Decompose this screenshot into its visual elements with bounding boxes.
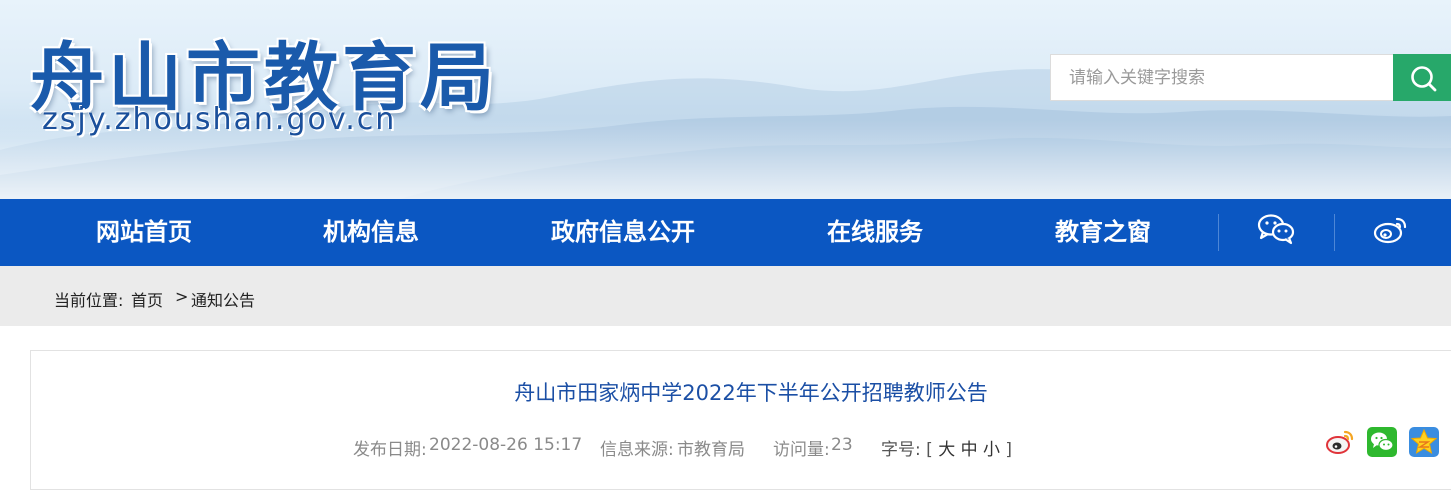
views-count: 23 [831, 435, 853, 455]
nav-item-gov-info[interactable]: 政府信息公开 [551, 199, 695, 266]
source-label: 信息来源: [600, 440, 674, 460]
nav-item-online-service[interactable]: 在线服务 [827, 199, 923, 266]
wechat-icon[interactable] [1257, 213, 1295, 245]
views-label: 访问量: [773, 440, 830, 460]
font-size-large-button[interactable]: 大 [938, 440, 955, 460]
nav-divider [1218, 214, 1219, 251]
publish-date: 2022-08-26 15:17 [429, 435, 583, 455]
font-size-switcher: 字号: [ 大 中 小 ] [881, 435, 1012, 460]
breadcrumb-current-link[interactable]: 通知公告 [191, 287, 255, 311]
wechat-share-icon[interactable] [1367, 427, 1397, 457]
weibo-icon[interactable] [1373, 213, 1409, 245]
font-size-small-button[interactable]: 小 [983, 440, 1000, 460]
nav-item-home[interactable]: 网站首页 [96, 199, 192, 266]
font-size-label: 字号: [881, 440, 921, 460]
breadcrumb-home-link[interactable]: 首页 [131, 287, 163, 311]
site-domain: zsjy.zhoushan.gov.cn [42, 102, 397, 137]
weibo-share-icon[interactable] [1325, 427, 1355, 457]
font-size-open-bracket: [ [926, 440, 933, 460]
nav-item-organization[interactable]: 机构信息 [323, 199, 419, 266]
nav-item-education-window[interactable]: 教育之窗 [1055, 199, 1151, 266]
publish-date-label: 发布日期: [353, 440, 427, 460]
qzone-share-icon[interactable] [1409, 427, 1439, 457]
main-nav: 网站首页 机构信息 政府信息公开 在线服务 教育之窗 [0, 199, 1451, 266]
article-title: 舟山市田家炳中学2022年下半年公开招聘教师公告 [514, 381, 988, 405]
site-header: 舟山市教育局 zsjy.zhoushan.gov.cn [0, 0, 1451, 199]
source-value: 市教育局 [677, 440, 745, 460]
breadcrumb-label: 当前位置: [54, 291, 124, 310]
search-input[interactable] [1050, 54, 1393, 101]
breadcrumb: 当前位置: 首页 > 通知公告 [0, 266, 1451, 326]
search-button[interactable] [1393, 54, 1451, 101]
nav-divider [1334, 214, 1335, 251]
search-bar [1050, 54, 1451, 101]
font-size-close-bracket: ] [1005, 440, 1013, 460]
article-panel: 舟山市田家炳中学2022年下半年公开招聘教师公告 发布日期: 2022-08-2… [30, 350, 1451, 490]
breadcrumb-separator: > [175, 287, 189, 306]
search-icon [1411, 66, 1437, 92]
font-size-medium-button[interactable]: 中 [961, 440, 978, 460]
